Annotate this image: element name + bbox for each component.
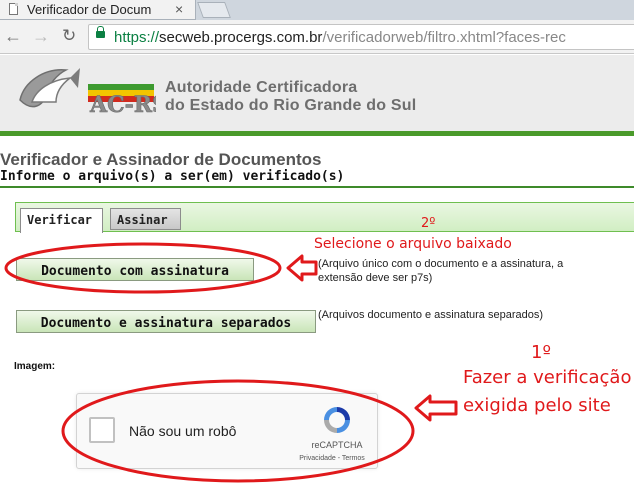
close-icon[interactable]: × [175, 1, 183, 17]
tab-title: Verificador de Docum [27, 2, 152, 17]
page-title: Verificador e Assinador de Documentos [0, 150, 322, 169]
url-host: secweb.procergs.com.br [159, 29, 323, 46]
annotation-step2-number: 2º [421, 216, 436, 231]
browser-tab[interactable]: Verificador de Docum × [0, 0, 196, 20]
recaptcha-icon [324, 407, 350, 433]
signature-note-line2: extensão deve ser p7s) [318, 272, 433, 284]
org-name-line2: do Estado do Rio Grande do Sul [165, 97, 417, 114]
arrow-icon-step1 [414, 394, 458, 422]
org-name-line1: Autoridade Certificadora [165, 79, 358, 96]
recaptcha-privacy-terms-links[interactable]: Privacidade - Termos [289, 455, 375, 462]
browser-toolbar: ← → ↻ https://secweb.procergs.com.br/ver… [0, 20, 634, 54]
separate-note: (Arquivos documento e assinatura separad… [318, 309, 544, 321]
arrow-icon-step2 [286, 254, 318, 282]
annotation-step1-number: 1º [531, 342, 551, 363]
image-label: Imagem: [14, 361, 56, 372]
logo-text: AC-RS [89, 92, 156, 118]
address-bar[interactable]: https://secweb.procergs.com.br/verificad… [88, 24, 634, 50]
forward-arrow-icon[interactable]: → [32, 26, 50, 47]
url-text[interactable]: https://secweb.procergs.com.br/verificad… [114, 29, 566, 46]
annotation-step1-text-line1: Fazer a verificação [463, 367, 632, 388]
recaptcha-checkbox[interactable] [89, 417, 115, 443]
browser-tabstrip: Verificador de Docum × [0, 0, 634, 20]
page-icon [9, 3, 18, 15]
document-and-signature-separate-button[interactable]: Documento e assinatura separados [16, 310, 316, 333]
reload-icon[interactable]: ↻ [62, 26, 76, 46]
tab-assinar[interactable]: Assinar [110, 208, 181, 230]
recaptcha-widget: Não sou um robô reCAPTCHA Privacidade - … [76, 393, 378, 469]
tabs-bar: Verificar Assinar [15, 202, 634, 233]
title-divider [0, 186, 634, 188]
acrs-logo: AC-RS [19, 68, 156, 118]
document-with-signature-button[interactable]: Documento com assinatura [16, 258, 254, 281]
header-divider [0, 131, 634, 136]
page-subtitle: Informe o arquivo(s) a ser(em) verificad… [0, 169, 345, 184]
tab-verificar[interactable]: Verificar [20, 208, 103, 233]
url-scheme: https:// [114, 29, 160, 46]
back-arrow-icon[interactable]: ← [4, 26, 22, 47]
recaptcha-label: Não sou um robô [129, 423, 237, 439]
signature-note-line1: (Arquivo único com o documento e a assin… [318, 258, 564, 270]
annotation-step2-text: Selecione o arquivo baixado [314, 236, 512, 252]
annotation-step1-text-line2: exigida pelo site [463, 395, 611, 416]
new-tab-button[interactable] [197, 2, 231, 18]
lock-icon [96, 26, 105, 38]
recaptcha-brand: reCAPTCHA [311, 440, 363, 450]
url-path: /verificadorweb/filtro.xhtml?faces-rec [322, 29, 566, 46]
